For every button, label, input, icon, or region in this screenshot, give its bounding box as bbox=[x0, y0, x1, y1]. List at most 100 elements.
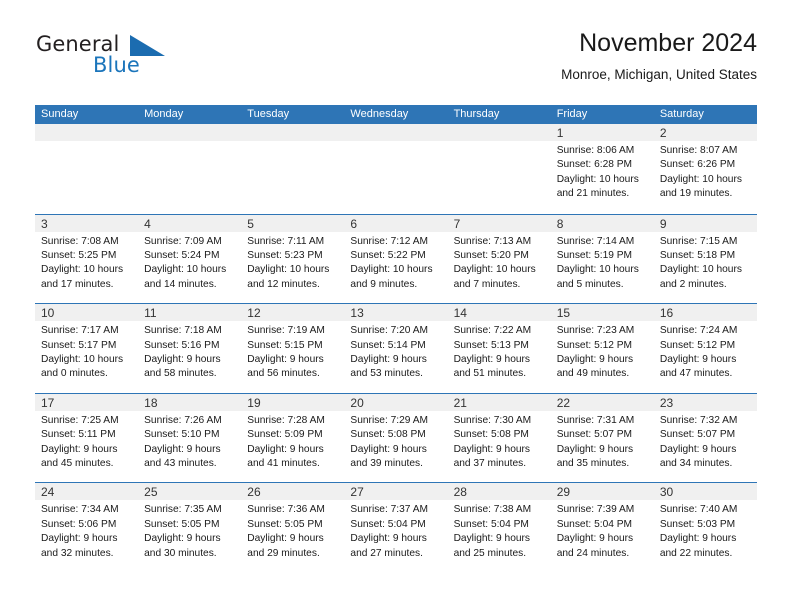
day-number-band: 26 bbox=[241, 483, 345, 501]
day-number: 9 bbox=[659, 216, 667, 231]
calendar-day-cell[interactable]: 9 Sunrise: 7:15 AM Sunset: 5:18 PM Daylight… bbox=[653, 214, 757, 304]
calendar-day-cell[interactable]: 2 Sunrise: 8:07 AM Sunset: 6:26 PM Daylight… bbox=[653, 124, 757, 214]
calendar-day-cell[interactable]: 29 Sunrise: 7:39 AM Sunset: 5:04 PM Dayligh… bbox=[550, 483, 654, 572]
daylight-text-line2: and 7 minutes. bbox=[453, 278, 521, 290]
day-number-band: 28 bbox=[447, 483, 551, 501]
calendar-day-cell[interactable]: 1 Sunrise: 8:06 AM Sunset: 6:28 PM Daylight… bbox=[550, 124, 654, 214]
daylight-text-line1: Daylight: 10 hours bbox=[41, 264, 124, 276]
sunrise-text: Sunrise: 7:17 AM bbox=[41, 325, 119, 337]
day-details: Sunrise: 7:29 AM Sunset: 5:08 PM Daylight:… bbox=[344, 411, 447, 472]
daylight-text-line1: Daylight: 9 hours bbox=[659, 443, 737, 455]
day-number-band: 27 bbox=[344, 483, 448, 501]
daylight-text-line2: and 17 minutes. bbox=[41, 278, 114, 290]
sunset-text: Sunset: 5:08 PM bbox=[350, 429, 426, 441]
day-number: 3 bbox=[41, 216, 48, 231]
sunset-text: Sunset: 5:12 PM bbox=[659, 339, 736, 351]
day-details: Sunrise: 7:20 AM Sunset: 5:14 PM Daylight:… bbox=[344, 321, 447, 382]
daylight-text-line2: and 9 minutes. bbox=[350, 278, 418, 290]
calendar-day-cell[interactable]: 30 Sunrise: 7:40 AM Sunset: 5:03 PM Dayligh… bbox=[653, 483, 757, 572]
daylight-text-line1: Daylight: 10 hours bbox=[41, 354, 124, 365]
calendar-day-cell[interactable]: 11 Sunrise: 7:18 AM Sunset: 5:16 PM Dayligh… bbox=[138, 304, 242, 393]
calendar-day-cell-empty bbox=[35, 124, 139, 214]
calendar-day-cell[interactable]: 19 Sunrise: 7:28 AM Sunset: 5:09 PM Dayligh… bbox=[241, 393, 345, 483]
calendar-day-cell[interactable]: 24 Sunrise: 7:34 AM Sunset: 5:06 PM Dayligh… bbox=[35, 483, 139, 572]
calendar-day-cell[interactable]: 17 Sunrise: 7:25 AM Sunset: 5:11 PM Dayligh… bbox=[35, 393, 139, 483]
sunrise-text: Sunrise: 7:08 AM bbox=[41, 235, 119, 247]
daylight-text-line1: Daylight: 10 hours bbox=[350, 264, 433, 276]
calendar-day-cell[interactable]: 16 Sunrise: 7:24 AM Sunset: 5:12 PM Dayligh… bbox=[653, 304, 757, 393]
daylight-text-line1: Daylight: 9 hours bbox=[453, 533, 531, 545]
calendar-day-cell[interactable]: 7 Sunrise: 7:13 AM Sunset: 5:20 PM Daylight… bbox=[447, 214, 551, 304]
day-number: 1 bbox=[556, 126, 564, 140]
sunset-text: Sunset: 5:15 PM bbox=[247, 339, 323, 351]
calendar-day-cell-empty bbox=[241, 124, 345, 214]
daylight-text-line2: and 39 minutes. bbox=[350, 458, 423, 469]
daylight-text-line1: Daylight: 9 hours bbox=[556, 354, 634, 365]
calendar-day-cell[interactable]: 4 Sunrise: 7:09 AM Sunset: 5:24 PM Daylight… bbox=[138, 214, 242, 304]
sunset-text: Sunset: 5:10 PM bbox=[144, 429, 220, 441]
calendar-day-cell[interactable]: 15 Sunrise: 7:23 AM Sunset: 5:12 PM Dayligh… bbox=[550, 304, 654, 393]
calendar-day-cell[interactable]: 28 Sunrise: 7:38 AM Sunset: 5:04 PM Dayligh… bbox=[447, 483, 551, 572]
calendar-day-cell[interactable]: 18 Sunrise: 7:26 AM Sunset: 5:10 PM Dayligh… bbox=[138, 393, 242, 483]
calendar-day-cell[interactable]: 13 Sunrise: 7:20 AM Sunset: 5:14 PM Dayligh… bbox=[344, 304, 448, 393]
sunset-text: Sunset: 5:20 PM bbox=[453, 250, 529, 261]
sunrise-text: Sunrise: 7:11 AM bbox=[247, 235, 325, 247]
daylight-text-line1: Daylight: 10 hours bbox=[247, 264, 330, 276]
daylight-text-line1: Daylight: 9 hours bbox=[247, 354, 324, 365]
weekday-header-row: Sunday Monday Tuesday Wednesday Thursday… bbox=[35, 105, 757, 124]
calendar-day-cell[interactable]: 27 Sunrise: 7:37 AM Sunset: 5:04 PM Dayligh… bbox=[344, 483, 448, 572]
general-blue-logo[interactable]: General Blue bbox=[35, 32, 215, 88]
calendar-day-cell[interactable]: 25 Sunrise: 7:35 AM Sunset: 5:05 PM Dayligh… bbox=[138, 483, 242, 572]
calendar-day-cell[interactable]: 12 Sunrise: 7:19 AM Sunset: 5:15 PM Dayligh… bbox=[241, 304, 345, 393]
sunrise-text: Sunrise: 7:23 AM bbox=[556, 325, 635, 337]
sunrise-text: Sunrise: 7:38 AM bbox=[453, 504, 532, 516]
calendar-day-cell[interactable]: 8 Sunrise: 7:14 AM Sunset: 5:19 PM Daylight… bbox=[550, 214, 654, 304]
calendar-day-cell[interactable]: 21 Sunrise: 7:30 AM Sunset: 5:08 PM Dayligh… bbox=[447, 393, 551, 483]
sunset-text: Sunset: 5:04 PM bbox=[453, 518, 529, 530]
calendar-day-cell[interactable]: 23 Sunrise: 7:32 AM Sunset: 5:07 PM Dayligh… bbox=[653, 393, 757, 483]
calendar-day-cell[interactable]: 20 Sunrise: 7:29 AM Sunset: 5:08 PM Dayligh… bbox=[344, 393, 448, 483]
daylight-text-line1: Daylight: 9 hours bbox=[659, 533, 737, 545]
daylight-text-line2: and 34 minutes. bbox=[659, 458, 733, 469]
calendar-week-row: 24 Sunrise: 7:34 AM Sunset: 5:06 PM Dayligh… bbox=[35, 482, 757, 572]
day-number-band: 9 bbox=[653, 214, 757, 232]
sunrise-text: Sunrise: 7:39 AM bbox=[556, 504, 635, 516]
day-number: 24 bbox=[41, 485, 55, 500]
day-number: 13 bbox=[350, 306, 364, 321]
sunset-text: Sunset: 5:17 PM bbox=[41, 339, 117, 351]
weekday-header-wednesday: Wednesday bbox=[350, 108, 409, 120]
calendar-day-cell[interactable]: 14 Sunrise: 7:22 AM Sunset: 5:13 PM Dayligh… bbox=[447, 304, 551, 393]
sunrise-text: Sunrise: 7:30 AM bbox=[453, 414, 532, 426]
weekday-header-friday: Friday bbox=[556, 108, 588, 120]
sunset-text: Sunset: 5:07 PM bbox=[659, 429, 736, 441]
day-details: Sunrise: 7:09 AM Sunset: 5:24 PM Daylight:… bbox=[138, 232, 241, 293]
calendar-day-cell[interactable]: 26 Sunrise: 7:36 AM Sunset: 5:05 PM Dayligh… bbox=[241, 483, 345, 572]
calendar-day-cell[interactable]: 6 Sunrise: 7:12 AM Sunset: 5:22 PM Daylight… bbox=[344, 214, 448, 304]
daylight-text-line2: and 41 minutes. bbox=[247, 458, 320, 469]
day-details: Sunrise: 7:32 AM Sunset: 5:07 PM Daylight:… bbox=[654, 411, 757, 472]
calendar-day-cell[interactable]: 3 Sunrise: 7:08 AM Sunset: 5:25 PM Daylight… bbox=[35, 214, 139, 304]
day-number-band: 10 bbox=[35, 304, 139, 322]
day-number-band: 15 bbox=[550, 304, 654, 322]
calendar-day-cell[interactable]: 5 Sunrise: 7:11 AM Sunset: 5:23 PM Daylight… bbox=[241, 214, 345, 304]
sunset-text: Sunset: 5:11 PM bbox=[41, 429, 116, 441]
day-number: 4 bbox=[144, 216, 151, 231]
day-number: 22 bbox=[556, 395, 571, 410]
sunrise-text: Sunrise: 8:06 AM bbox=[556, 145, 635, 156]
logo-text-blue: Blue bbox=[93, 53, 140, 77]
day-details: Sunrise: 7:18 AM Sunset: 5:16 PM Daylight:… bbox=[138, 321, 241, 382]
day-number: 21 bbox=[453, 395, 467, 410]
day-number: 14 bbox=[453, 306, 467, 321]
day-number-band: 17 bbox=[35, 393, 139, 411]
day-details: Sunrise: 7:37 AM Sunset: 5:04 PM Daylight:… bbox=[344, 500, 447, 561]
day-number-band: 25 bbox=[138, 483, 242, 501]
calendar-day-cell[interactable]: 22 Sunrise: 7:31 AM Sunset: 5:07 PM Dayligh… bbox=[550, 393, 654, 483]
calendar-day-cell[interactable]: 10 Sunrise: 7:17 AM Sunset: 5:17 PM Dayligh… bbox=[35, 304, 139, 393]
day-number: 7 bbox=[453, 216, 461, 231]
day-number: 17 bbox=[41, 395, 55, 410]
sunset-text: Sunset: 5:04 PM bbox=[556, 518, 633, 530]
day-number: 15 bbox=[556, 306, 571, 321]
sunrise-text: Sunrise: 8:07 AM bbox=[659, 145, 738, 156]
day-details: Sunrise: 7:31 AM Sunset: 5:07 PM Daylight:… bbox=[551, 411, 654, 472]
sunrise-text: Sunrise: 7:13 AM bbox=[453, 235, 532, 247]
